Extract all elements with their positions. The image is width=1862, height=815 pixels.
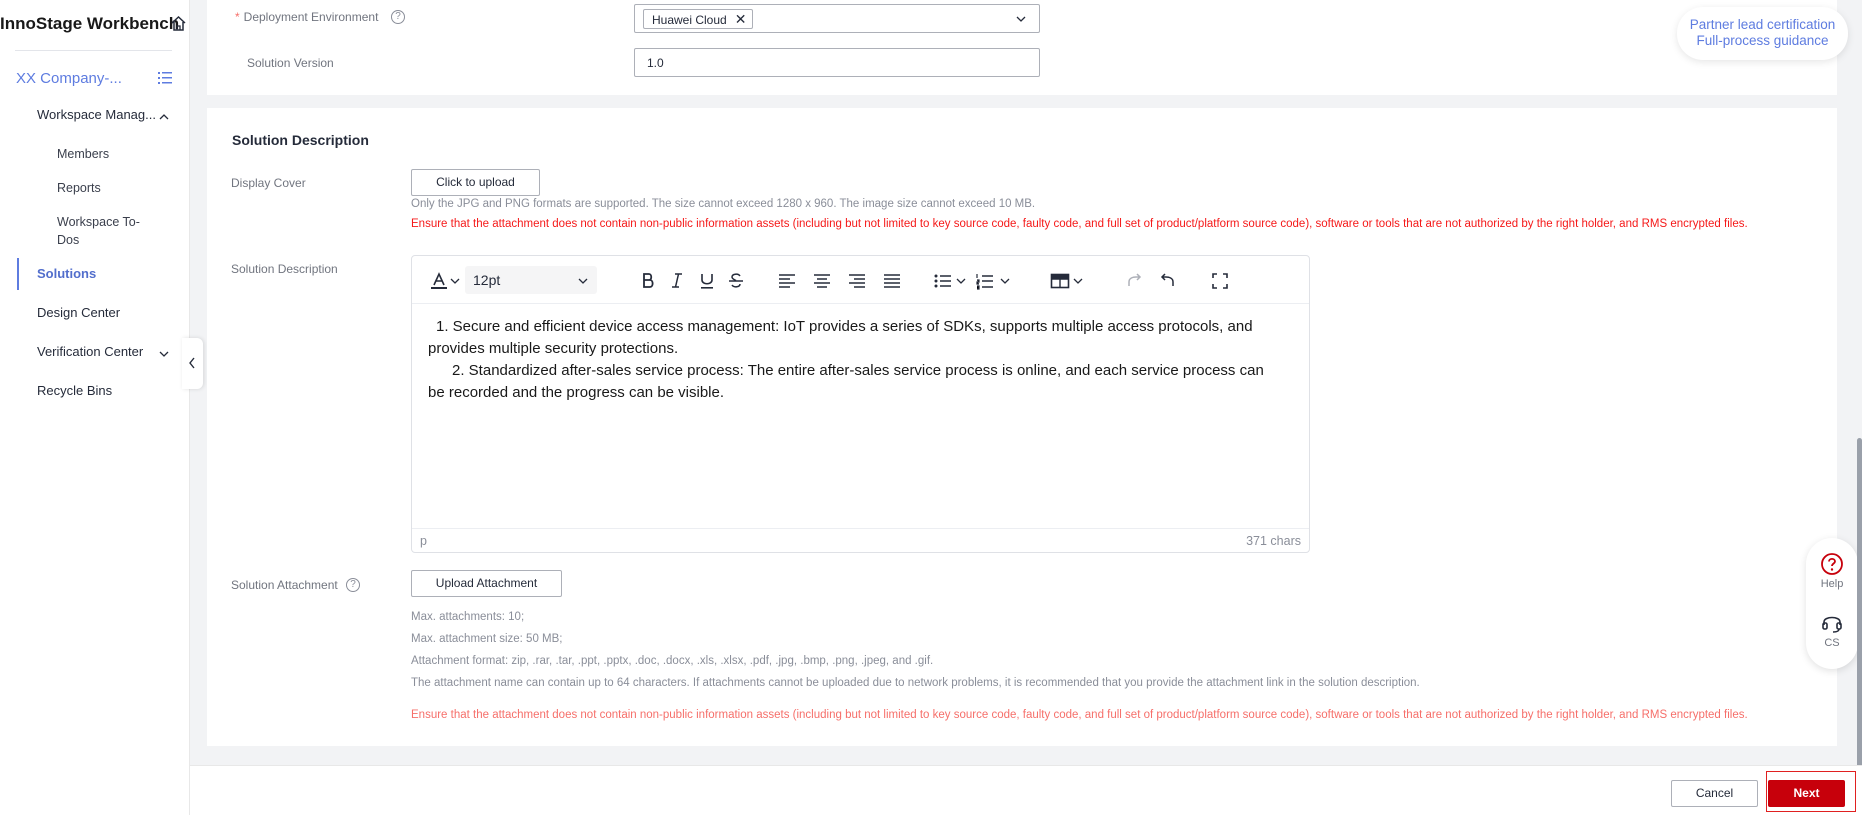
italic-icon[interactable] <box>666 270 688 292</box>
editor-paragraph: 2. Standardized after-sales service proc… <box>452 362 1264 379</box>
sidebar-divider <box>15 50 172 51</box>
align-justify-icon[interactable] <box>881 270 903 292</box>
char-count: 371 chars <box>1246 534 1301 548</box>
active-indicator <box>17 258 19 290</box>
chevron-down-icon[interactable] <box>998 270 1012 292</box>
solution-description-card: Solution Description Display Cover Click… <box>207 108 1837 746</box>
rich-text-editor[interactable]: 12pt 1. Secure and efficient device acce… <box>411 255 1310 553</box>
sidebar-collapse-button[interactable] <box>182 338 203 389</box>
sidebar-item-design-center[interactable]: Design Center <box>37 305 120 321</box>
align-right-icon[interactable] <box>846 270 868 292</box>
chevron-down-icon[interactable] <box>448 270 462 292</box>
chevron-down-icon <box>578 278 588 284</box>
chevron-up-icon[interactable] <box>157 110 171 124</box>
deployment-environment-label: * Deployment Environment <box>235 10 379 24</box>
table-icon[interactable] <box>1049 270 1071 292</box>
form-top-card: * Deployment Environment ? Huawei Cloud ✕ … <box>207 0 1837 95</box>
solution-version-label: Solution Version <box>247 56 334 70</box>
app-title: InnoStage Workbench <box>0 14 180 33</box>
section-title: Solution Description <box>232 132 369 148</box>
headset-icon <box>1822 616 1842 633</box>
strikethrough-icon[interactable] <box>725 270 747 292</box>
partner-line1: Partner lead certification <box>1689 17 1836 32</box>
font-size-select[interactable]: 12pt <box>465 266 597 294</box>
sidebar-item-workspace-management[interactable]: Workspace Manag... <box>37 107 156 123</box>
chevron-down-icon <box>1015 13 1027 25</box>
company-selector[interactable]: XX Company-... <box>16 70 122 87</box>
floating-help-panel: Help CS <box>1806 538 1858 669</box>
deployment-environment-select[interactable]: Huawei Cloud ✕ <box>634 4 1040 33</box>
sidebar-item-label: Workspace To- <box>57 215 140 229</box>
attachment-hint-name: The attachment name can contain up to 64… <box>411 677 1420 689</box>
list-icon[interactable] <box>157 70 173 86</box>
next-button[interactable]: Next <box>1768 780 1845 807</box>
solution-attachment-label: Solution Attachment <box>231 578 338 592</box>
sidebar-item-workspace-todos[interactable]: Workspace To- Dos <box>57 214 140 248</box>
upload-attachment-button[interactable]: Upload Attachment <box>411 570 562 597</box>
click-to-upload-button[interactable]: Click to upload <box>411 169 540 196</box>
close-icon[interactable]: ✕ <box>735 10 747 28</box>
cancel-button[interactable]: Cancel <box>1671 780 1758 807</box>
chevron-down-icon[interactable] <box>954 270 968 292</box>
cs-button[interactable]: CS <box>1806 611 1858 649</box>
sidebar-item-label: Dos <box>57 233 80 247</box>
editor-statusbar: p 371 chars <box>412 528 1309 552</box>
footer-bar: Cancel Next <box>190 765 1862 815</box>
attachment-hint-count: Max. attachments: 10; <box>411 611 525 623</box>
attachment-hint-format: Attachment format: zip, .rar, .tar, .ppt… <box>411 655 934 667</box>
underline-icon[interactable] <box>696 270 718 292</box>
bold-icon[interactable] <box>637 270 659 292</box>
editor-paragraph: provides multiple security protections. <box>428 340 679 357</box>
partner-guidance-bubble[interactable]: Partner lead certification Full-process … <box>1677 7 1848 60</box>
cover-hint: Only the JPG and PNG formats are support… <box>411 198 1036 210</box>
help-icon[interactable]: ? <box>391 10 405 24</box>
align-center-icon[interactable] <box>811 270 833 292</box>
undo-icon[interactable] <box>1157 270 1179 292</box>
display-cover-label: Display Cover <box>231 176 306 190</box>
numbered-list-icon[interactable] <box>974 270 996 292</box>
sidebar-item-verification-center[interactable]: Verification Center <box>37 344 143 360</box>
selected-tag: Huawei Cloud ✕ <box>643 9 754 29</box>
font-color-icon[interactable] <box>428 270 450 292</box>
editor-paragraph: 1. Secure and efficient device access ma… <box>436 318 1253 335</box>
editor-content[interactable]: 1. Secure and efficient device access ma… <box>428 316 1294 404</box>
question-icon <box>1821 553 1843 575</box>
page-scrollbar[interactable] <box>1857 438 1862 768</box>
bullet-list-icon[interactable] <box>932 270 954 292</box>
help-icon[interactable]: ? <box>346 578 360 592</box>
partner-line2: Full-process guidance <box>1696 33 1829 48</box>
attachment-hint-size: Max. attachment size: 50 MB; <box>411 633 563 645</box>
solution-version-input[interactable]: 1.0 <box>634 48 1040 77</box>
chevron-left-icon <box>189 357 195 369</box>
solution-description-label: Solution Description <box>231 262 338 276</box>
element-path[interactable]: p <box>420 534 427 548</box>
chevron-down-icon[interactable] <box>1071 270 1085 292</box>
editor-paragraph: be recorded and the progress can be visi… <box>428 384 725 401</box>
sidebar: InnoStage Workbench XX Company-... Works… <box>0 0 190 815</box>
home-icon[interactable] <box>170 15 187 32</box>
help-button[interactable]: Help <box>1806 552 1858 590</box>
attachment-warning: Ensure that the attachment does not cont… <box>411 709 1748 721</box>
redo-icon[interactable] <box>1123 270 1145 292</box>
cover-warning: Ensure that the attachment does not cont… <box>411 218 1748 230</box>
editor-toolbar: 12pt <box>412 256 1309 304</box>
align-left-icon[interactable] <box>776 270 798 292</box>
sidebar-item-solutions[interactable]: Solutions <box>37 266 96 282</box>
chevron-down-icon[interactable] <box>157 347 171 361</box>
sidebar-item-recycle-bins[interactable]: Recycle Bins <box>37 383 112 399</box>
sidebar-item-members[interactable]: Members <box>57 146 109 162</box>
sidebar-item-reports[interactable]: Reports <box>57 180 101 196</box>
fullscreen-icon[interactable] <box>1209 270 1231 292</box>
